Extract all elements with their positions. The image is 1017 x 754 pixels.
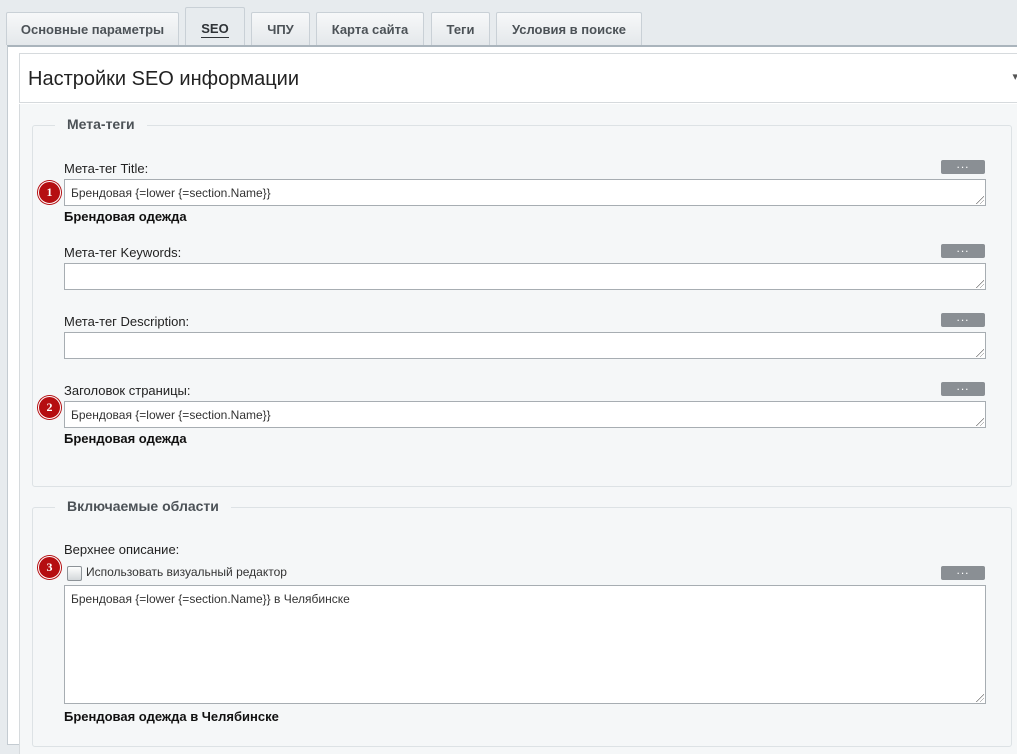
meta-description-field[interactable] <box>64 332 986 359</box>
tab-label: Условия в поиске <box>511 21 627 37</box>
tab-label: SEO <box>201 21 230 38</box>
step-badge-2: 2 <box>38 396 61 419</box>
meta-description-label: Мета-тег Description: <box>64 314 190 329</box>
tab-search-conditions[interactable]: Условия в поиске <box>496 12 642 45</box>
resize-grip-icon[interactable] <box>976 196 984 204</box>
tab-label: Основные параметры <box>20 21 165 37</box>
resize-grip-icon[interactable] <box>976 349 984 357</box>
section-header[interactable]: Настройки SEO информации ▾ <box>19 53 1017 103</box>
meta-title-value: Брендовая {=lower {=section.Name}} <box>71 186 271 200</box>
meta-keywords-label: Мета-тег Keywords: <box>64 245 182 260</box>
resize-grip-icon[interactable] <box>976 280 984 288</box>
meta-title-preview: Брендовая одежда <box>64 209 187 224</box>
include-areas-legend: Включаемые области <box>55 498 231 514</box>
meta-title-field[interactable]: Брендовая {=lower {=section.Name}} <box>64 179 986 206</box>
page-heading-value: Брендовая {=lower {=section.Name}} <box>71 408 271 422</box>
tab-chpu[interactable]: ЧПУ <box>251 12 310 45</box>
page-heading-insert-button[interactable]: ... <box>941 380 985 396</box>
tab-main-params[interactable]: Основные параметры <box>6 12 179 45</box>
meta-keywords-field[interactable] <box>64 263 986 290</box>
meta-title-label: Мета-тег Title: <box>64 161 149 176</box>
tab-seo[interactable]: SEO <box>185 7 245 46</box>
step-badge-1: 1 <box>38 181 61 204</box>
tab-tags[interactable]: Теги <box>431 12 490 45</box>
meta-tags-legend: Мета-теги <box>55 116 147 132</box>
top-description-insert-button[interactable]: ... <box>941 564 985 580</box>
top-description-value: Брендовая {=lower {=section.Name}} в Чел… <box>71 592 350 606</box>
meta-title-insert-button[interactable]: ... <box>941 158 985 174</box>
meta-keywords-insert-button[interactable]: ... <box>941 242 985 258</box>
chevron-down-icon[interactable]: ▾ <box>1012 70 1017 83</box>
top-description-textarea[interactable]: Брендовая {=lower {=section.Name}} в Чел… <box>64 585 986 704</box>
tab-sitemap[interactable]: Карта сайта <box>316 12 424 45</box>
visual-editor-checkbox[interactable] <box>67 566 82 581</box>
tab-label: Теги <box>446 21 475 37</box>
visual-editor-checkbox-label[interactable]: Использовать визуальный редактор <box>86 565 287 579</box>
tab-label: ЧПУ <box>267 21 294 37</box>
page-heading-preview: Брендовая одежда <box>64 431 187 446</box>
meta-description-insert-button[interactable]: ... <box>941 311 985 327</box>
page-heading-label: Заголовок страницы: <box>64 383 191 398</box>
tab-bar: Основные параметры SEO ЧПУ Карта сайта Т… <box>0 0 1017 46</box>
top-description-preview: Брендовая одежда в Челябинске <box>64 709 279 724</box>
resize-grip-icon[interactable] <box>976 694 984 702</box>
resize-grip-icon[interactable] <box>976 418 984 426</box>
section-title: Настройки SEO информации <box>28 68 300 90</box>
tab-label: Карта сайта <box>331 21 409 37</box>
page-heading-field[interactable]: Брендовая {=lower {=section.Name}} <box>64 401 986 428</box>
step-badge-3: 3 <box>38 556 61 579</box>
top-description-label: Верхнее описание: <box>64 542 180 557</box>
